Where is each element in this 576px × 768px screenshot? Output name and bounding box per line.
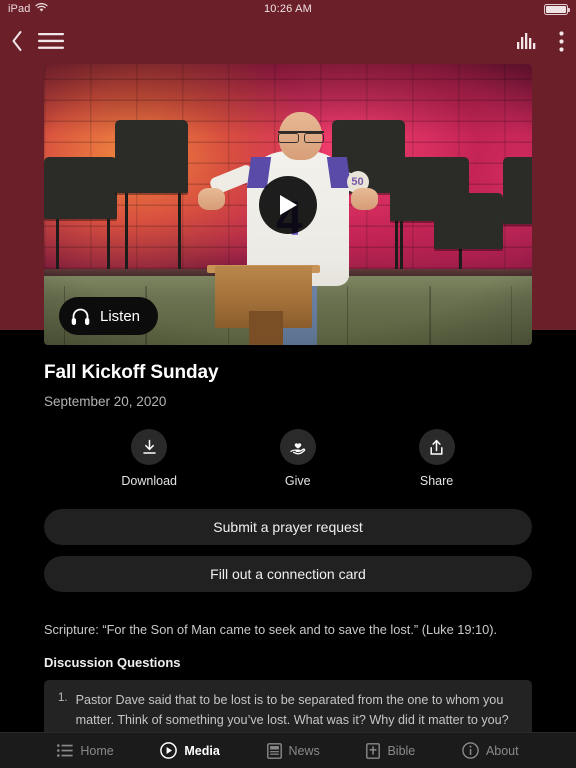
give-button[interactable]: Give [279, 429, 316, 488]
status-bar-time: 10:26 AM [263, 3, 313, 15]
info-circle-icon [462, 742, 479, 759]
nav-bar-left [10, 18, 64, 64]
tab-about[interactable]: About [462, 742, 519, 759]
status-bar-right [544, 3, 570, 15]
status-bar: iPad 10:26 AM [0, 0, 576, 18]
tab-home[interactable]: Home [57, 743, 114, 758]
tab-news-label: News [288, 743, 320, 758]
prayer-request-button[interactable]: Submit a prayer request [44, 509, 532, 545]
newspaper-icon [266, 742, 282, 759]
nav-bar-right [517, 18, 564, 64]
back-button[interactable] [10, 30, 24, 52]
tab-bible-label: Bible [387, 743, 416, 758]
hamburger-menu-icon[interactable] [38, 32, 64, 50]
more-vertical-icon[interactable] [559, 30, 564, 52]
equalizer-bars-icon[interactable] [517, 33, 537, 49]
scripture-text: Scripture: “For the Son of Man came to s… [44, 622, 498, 637]
tab-home-label: Home [80, 743, 114, 758]
sermon-date: September 20, 2020 [44, 394, 167, 409]
content-area: Fall Kickoff Sunday September 20, 2020 D… [0, 345, 576, 764]
app-root: iPad 10:26 AM Listen Fall Kickoff Sunday… [0, 0, 576, 768]
tab-bar: Home Media News Bible About [0, 732, 576, 768]
video-player[interactable]: 50 4 Listen [44, 64, 532, 345]
hand-heart-icon [279, 429, 316, 465]
action-row: Download Give Share [0, 429, 576, 488]
download-label: Download [121, 474, 177, 488]
tab-news[interactable]: News [266, 742, 320, 759]
tab-bible[interactable]: Bible [366, 742, 416, 759]
play-circle-icon [160, 742, 178, 759]
download-button[interactable]: Download [121, 429, 177, 488]
give-label: Give [284, 474, 311, 488]
battery-full-icon [544, 3, 570, 15]
listen-button[interactable]: Listen [59, 297, 159, 335]
share-upload-icon [418, 429, 455, 465]
connection-card-button[interactable]: Fill out a connection card [44, 556, 532, 592]
discussion-questions-heading: Discussion Questions [44, 655, 181, 671]
download-icon [131, 429, 168, 465]
page-title: Fall Kickoff Sunday [44, 362, 219, 383]
listen-button-label: Listen [100, 307, 141, 325]
nav-bar [0, 18, 576, 64]
tab-media[interactable]: Media [160, 742, 220, 759]
headphones-icon [71, 307, 90, 326]
tab-about-label: About [485, 743, 519, 758]
share-button[interactable]: Share [418, 429, 455, 488]
play-icon[interactable] [259, 175, 317, 234]
book-cross-icon [366, 742, 381, 759]
tab-media-label: Media [184, 743, 220, 758]
share-label: Share [419, 474, 454, 488]
list-icon [57, 744, 73, 757]
